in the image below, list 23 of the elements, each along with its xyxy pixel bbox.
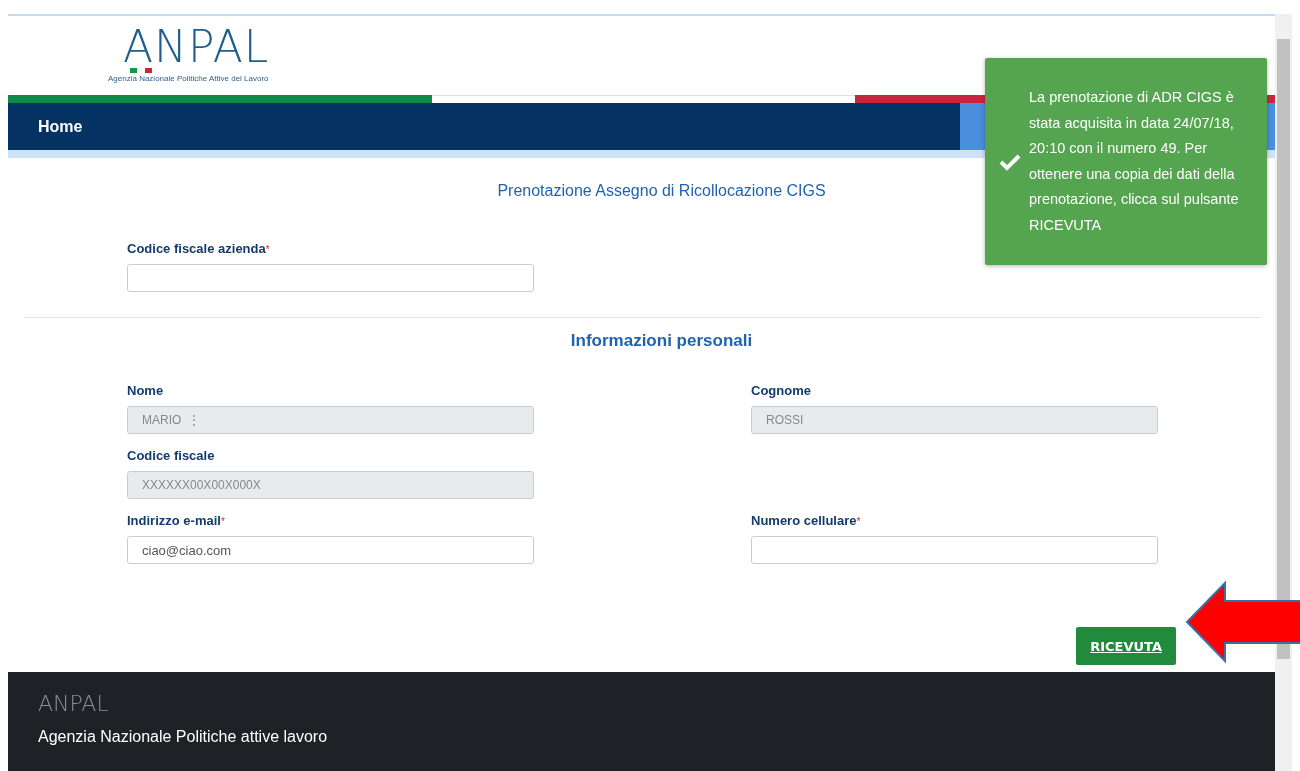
toast-message: La prenotazione di ADR CIGS è stata acquisita in data 24/07/18, 20:10 con il numero 49. Per ottenere una copia dei dati della prenotazione, clicca sul pulsante RICEVUTA (1029, 88, 1240, 235)
scrollbar[interactable] (1275, 14, 1292, 771)
nav-link[interactable]: Home (8, 117, 83, 136)
logo-tagline: Agenzia Nazionale Politiche Attive del Lavoro (108, 74, 270, 83)
field-label: Indirizzo e-mail (127, 513, 221, 528)
logo: ANPAL (122, 26, 270, 68)
required-mark: * (856, 516, 861, 527)
field-label: Codice fiscale (127, 448, 215, 463)
field-label: Codice fiscale azienda (127, 241, 266, 256)
receipt-button[interactable]: RICEVUTA (1076, 627, 1176, 665)
check-icon (999, 152, 1021, 171)
field-label: Numero cellulare (751, 513, 857, 528)
input-field[interactable] (127, 264, 534, 292)
required-mark: * (220, 516, 225, 527)
field-label: Nome (127, 383, 164, 398)
input-field[interactable] (751, 536, 1158, 564)
field-label: Cognome (751, 383, 811, 398)
footer-text: Agenzia Nazionale Politiche attive lavoro (38, 728, 329, 746)
required-mark: * (265, 244, 270, 255)
footer-logo: ANPAL (38, 692, 110, 716)
input-field[interactable]: ciao@ciao.com (127, 536, 534, 564)
section-title: Informazioni personali (570, 331, 753, 351)
form-title: Prenotazione Assegno di Ricollocazione CIGS (497, 182, 826, 200)
